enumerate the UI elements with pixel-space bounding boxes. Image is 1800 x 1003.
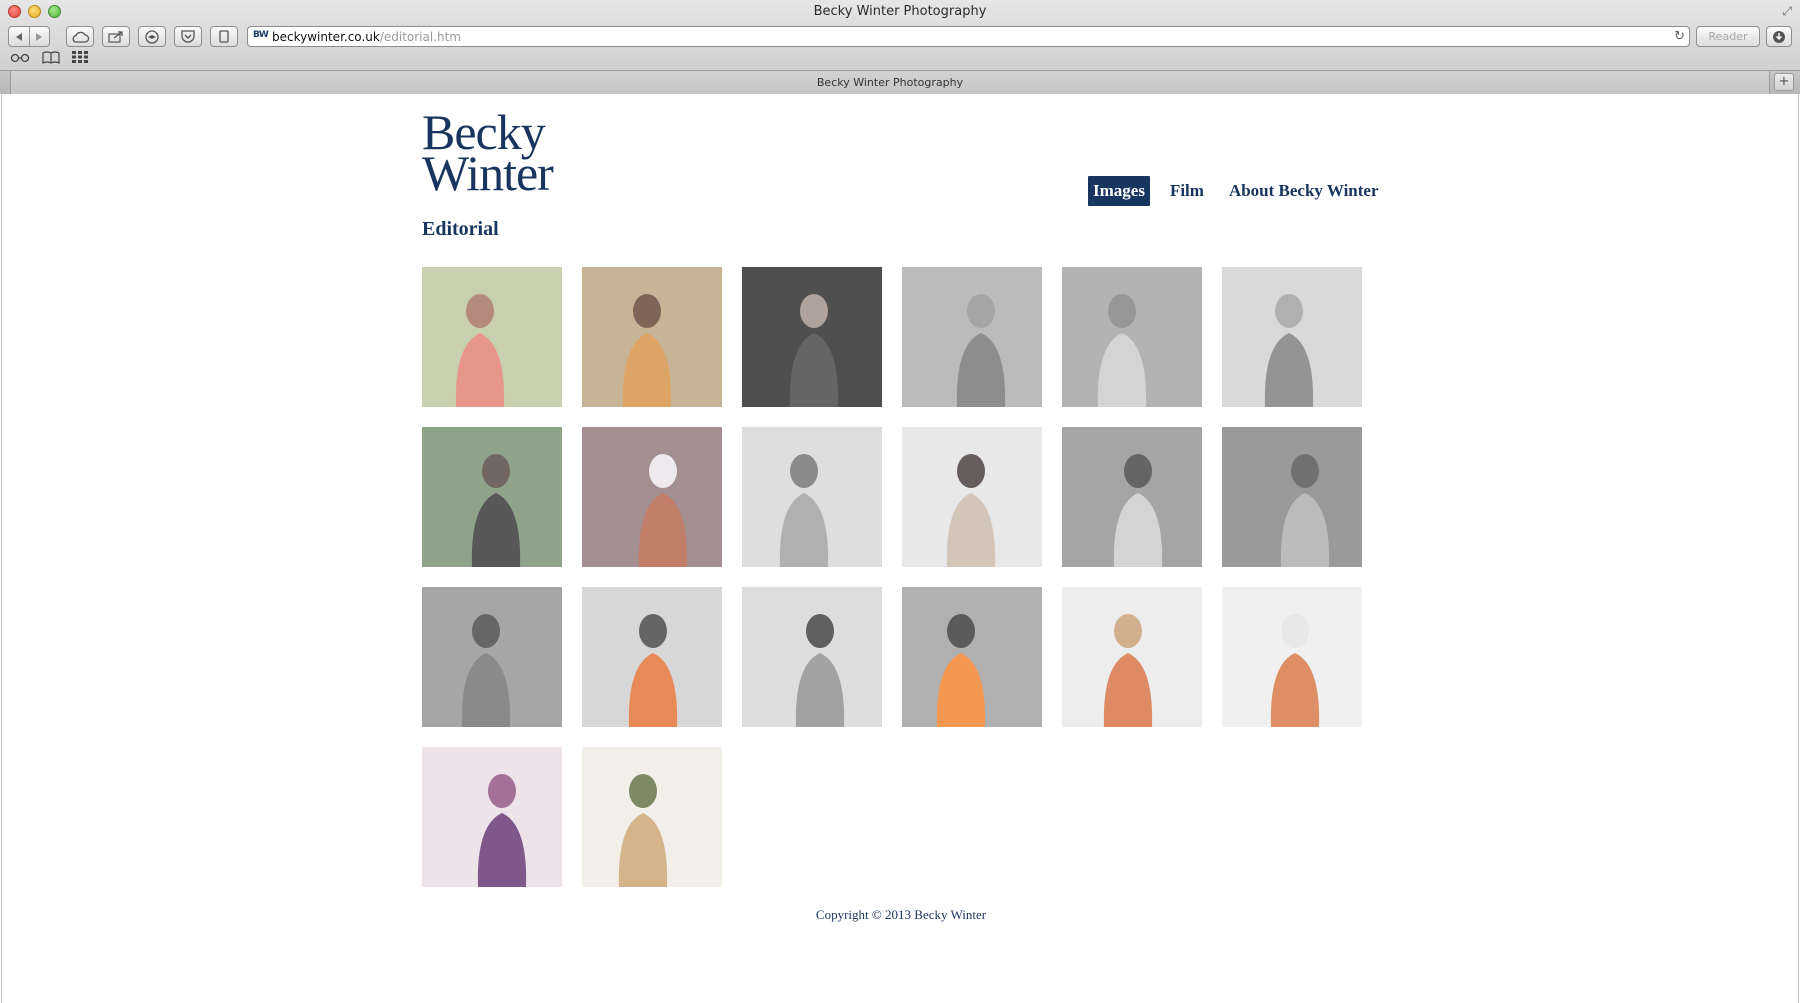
top-sites-icon[interactable]	[72, 51, 88, 66]
gallery-thumbnail[interactable]	[742, 427, 882, 567]
back-icon[interactable]	[9, 27, 29, 46]
browser-toolbar: BW beckywinter.co.uk/editorial.htm ↻ Rea…	[0, 24, 1800, 50]
browser-tab[interactable]: Becky Winter Photography	[10, 71, 1770, 94]
photo-image	[902, 267, 1042, 407]
photo-gallery	[422, 267, 1362, 887]
gallery-thumbnail[interactable]	[1222, 267, 1362, 407]
site-logo[interactable]: Becky Winter	[422, 107, 554, 201]
cloud-icon[interactable]	[66, 26, 94, 47]
gallery-thumbnail[interactable]	[422, 267, 562, 407]
photo-image	[1062, 267, 1202, 407]
photo-image	[1222, 587, 1362, 727]
gallery-thumbnail[interactable]	[422, 587, 562, 727]
photo-image	[422, 747, 562, 887]
reload-icon[interactable]: ↻	[1674, 29, 1685, 44]
page-title: Editorial	[422, 218, 499, 240]
photo-image	[742, 587, 882, 727]
photo-image	[582, 747, 722, 887]
gallery-thumbnail[interactable]	[1062, 267, 1202, 407]
photo-image	[902, 427, 1042, 567]
gallery-thumbnail[interactable]	[1062, 587, 1202, 727]
gallery-thumbnail[interactable]	[422, 427, 562, 567]
photo-image	[742, 427, 882, 567]
url-domain: beckywinter.co.uk	[272, 30, 380, 44]
gallery-thumbnail[interactable]	[582, 747, 722, 887]
layers-icon[interactable]	[138, 26, 166, 47]
photo-image	[422, 267, 562, 407]
photo-image	[1222, 427, 1362, 567]
logo-line-2: Winter	[422, 145, 554, 201]
footer-copyright: Copyright © 2013 Becky Winter	[815, 907, 987, 922]
gallery-thumbnail[interactable]	[582, 427, 722, 567]
gallery-thumbnail[interactable]	[742, 587, 882, 727]
photo-image	[422, 427, 562, 567]
gallery-thumbnail[interactable]	[742, 267, 882, 407]
nav-film[interactable]: Film	[1165, 177, 1209, 205]
gallery-thumbnail[interactable]	[1222, 587, 1362, 727]
main-nav: Images Film About Becky Winter	[1088, 176, 1384, 206]
nav-about[interactable]: About Becky Winter	[1224, 177, 1384, 205]
bookmarks-icon[interactable]	[42, 51, 60, 67]
new-tab-button[interactable]: +	[1774, 73, 1794, 91]
photo-image	[582, 267, 722, 407]
download-icon[interactable]	[1766, 26, 1792, 47]
url-text[interactable]: beckywinter.co.uk/editorial.htm	[272, 30, 461, 44]
url-path: /editorial.htm	[379, 30, 462, 44]
photo-image	[902, 587, 1042, 727]
tab-view-icon[interactable]	[210, 26, 238, 47]
reading-list-icon[interactable]	[10, 51, 30, 66]
forward-icon[interactable]	[28, 27, 49, 46]
site-favicon: BW	[253, 30, 269, 40]
window-titlebar: Becky Winter Photography ⤢	[0, 0, 1800, 24]
reader-button[interactable]: Reader	[1696, 26, 1760, 47]
bookmarks-bar	[0, 50, 1800, 68]
photo-image	[582, 427, 722, 567]
browser-chrome: Becky Winter Photography ⤢ BW beckywinte…	[0, 0, 1800, 94]
gallery-thumbnail[interactable]	[1222, 427, 1362, 567]
photo-image	[1062, 587, 1202, 727]
share-icon[interactable]	[102, 26, 130, 47]
gallery-thumbnail[interactable]	[902, 267, 1042, 407]
gallery-thumbnail[interactable]	[1062, 427, 1202, 567]
address-bar[interactable]: BW beckywinter.co.uk/editorial.htm ↻	[247, 26, 1690, 47]
photo-image	[1062, 427, 1202, 567]
photo-image	[742, 267, 882, 407]
window-title: Becky Winter Photography	[813, 4, 987, 19]
gallery-thumbnail[interactable]	[582, 587, 722, 727]
gallery-thumbnail[interactable]	[422, 747, 562, 887]
photo-image	[582, 587, 722, 727]
nav-images[interactable]: Images	[1088, 176, 1150, 206]
photo-image	[422, 587, 562, 727]
fullscreen-icon[interactable]: ⤢	[1782, 4, 1792, 19]
back-forward-buttons	[8, 26, 50, 47]
tab-bar: Becky Winter Photography +	[0, 70, 1800, 94]
gallery-thumbnail[interactable]	[582, 267, 722, 407]
photo-image	[1222, 267, 1362, 407]
gallery-thumbnail[interactable]	[902, 587, 1042, 727]
pocket-icon[interactable]	[174, 26, 202, 47]
web-page: Becky Winter Images Film About Becky Win…	[1, 94, 1799, 1003]
gallery-thumbnail[interactable]	[902, 427, 1042, 567]
